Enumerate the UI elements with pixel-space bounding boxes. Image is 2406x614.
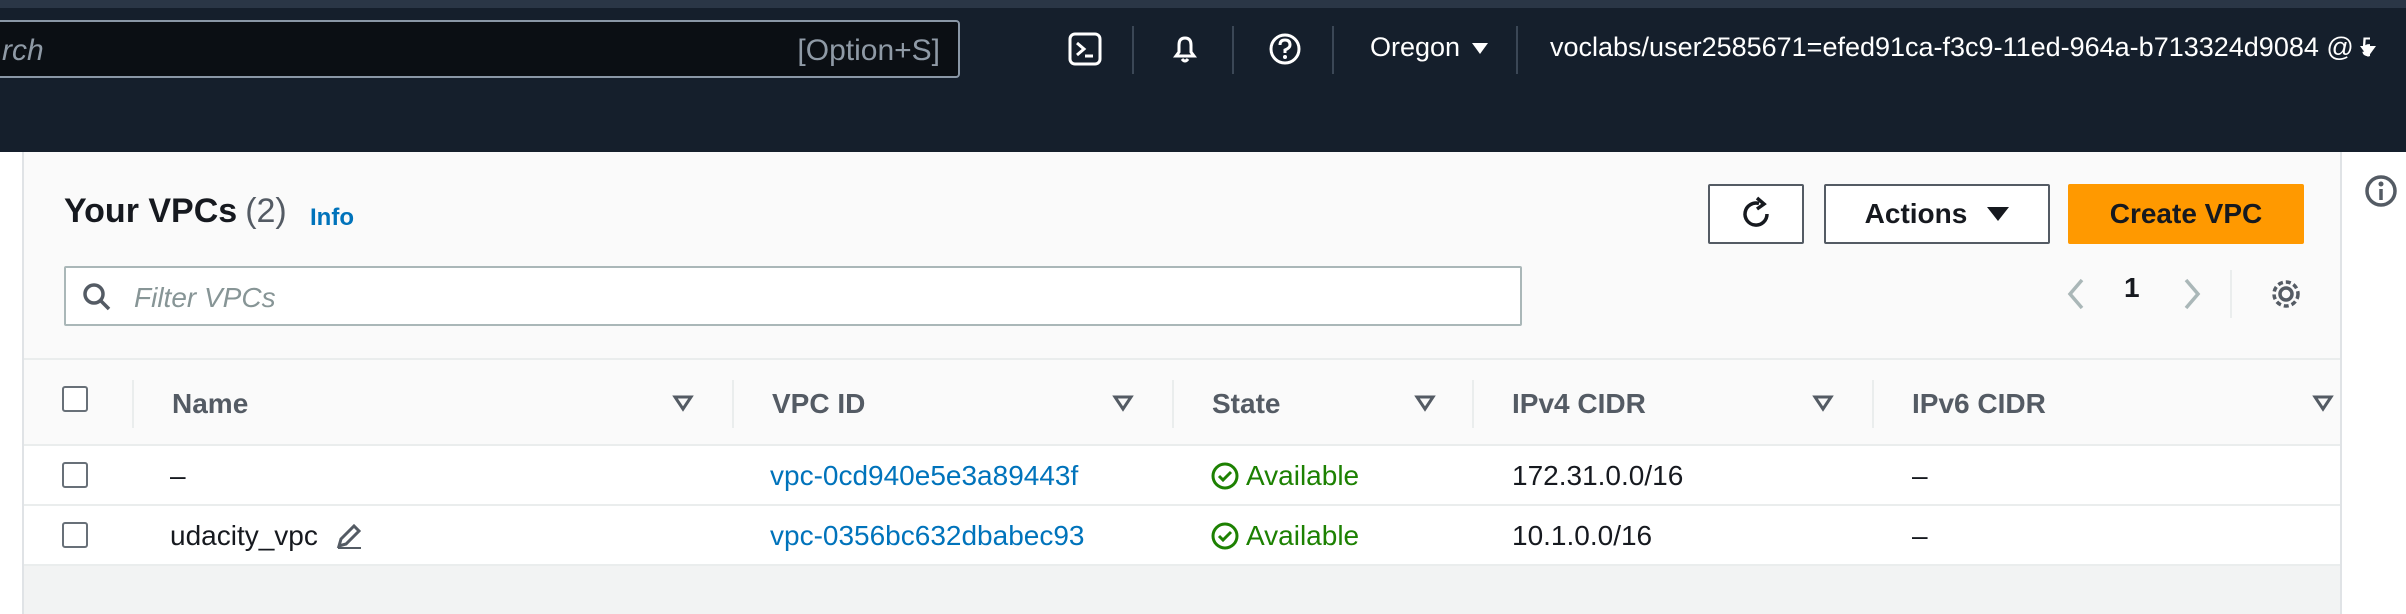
refresh-icon <box>1743 196 1769 227</box>
cell-ipv6-cidr: – <box>1912 520 1928 551</box>
chevron-down-icon <box>1987 207 2010 221</box>
table-header: Name VPC ID State IPv4 CIDR IPv6 CIDR <box>24 358 2340 446</box>
refresh-button[interactable] <box>1708 184 1804 244</box>
region-label: Oregon <box>1370 32 1461 62</box>
cell-state: Available <box>1210 460 1359 492</box>
gear-icon[interactable] <box>2268 276 2304 317</box>
check-circle-icon <box>1211 462 1239 490</box>
column-header-name[interactable]: Name <box>172 388 248 420</box>
account-menu[interactable]: voclabs/user2585671=efed91ca-f3c9-11ed-9… <box>1550 32 2370 63</box>
sort-icon[interactable] <box>2312 394 2334 412</box>
actions-button[interactable]: Actions <box>1824 184 2050 244</box>
page-number[interactable]: 1 <box>2124 272 2140 304</box>
cell-vpc-id-link[interactable]: vpc-0356bc632dbabec93 <box>770 520 1084 552</box>
search-placeholder: rch <box>2 34 44 67</box>
check-circle-icon <box>1211 522 1239 550</box>
title-count: (2) <box>245 192 287 230</box>
column-header-vpc-id[interactable]: VPC ID <box>772 388 865 420</box>
sort-icon[interactable] <box>1414 394 1436 412</box>
filter-vpcs-input[interactable]: Filter VPCs <box>64 266 1522 326</box>
edit-pencil-icon[interactable] <box>334 521 364 551</box>
state-label: Available <box>1246 460 1360 491</box>
top-navigation-bar: rch [Option+S] Oregon voclabs/user258567… <box>0 0 2406 152</box>
column-separator <box>1172 380 1174 428</box>
chevron-down-icon <box>1472 43 1489 55</box>
search-shortcut: [Option+S] <box>797 34 940 67</box>
state-label: Available <box>1246 520 1360 551</box>
create-vpc-label: Create VPC <box>2109 198 2263 229</box>
column-separator <box>1472 380 1474 428</box>
page-title: Your VPCs (2) <box>64 192 287 231</box>
column-header-ipv6-cidr[interactable]: IPv6 CIDR <box>1912 388 2046 420</box>
next-page-button[interactable] <box>2180 276 2204 317</box>
filter-placeholder: Filter VPCs <box>134 282 276 313</box>
column-header-state[interactable]: State <box>1212 388 1280 420</box>
sort-icon[interactable] <box>1112 394 1134 412</box>
cell-name: – <box>170 460 186 491</box>
pager-divider <box>2230 270 2232 318</box>
sort-icon[interactable] <box>1812 394 1834 412</box>
cell-name: udacity_vpc <box>170 520 364 552</box>
cell-ipv6-cidr: – <box>1912 460 1928 491</box>
cell-state: Available <box>1210 520 1359 552</box>
help-icon[interactable] <box>1266 30 1304 68</box>
vpc-table-panel: Your VPCs (2) Info Actions Create VPC Fil… <box>22 152 2342 614</box>
column-header-ipv4-cidr[interactable]: IPv4 CIDR <box>1512 388 1646 420</box>
info-panel-icon[interactable] <box>2364 174 2398 208</box>
top-edge <box>0 0 2406 8</box>
actions-label: Actions <box>1864 198 1968 229</box>
cell-ipv4-cidr: 10.1.0.0/16 <box>1512 520 1653 551</box>
column-separator <box>1872 380 1874 428</box>
info-link[interactable]: Info <box>310 204 354 232</box>
column-separator <box>732 380 734 428</box>
chevron-down-icon[interactable] <box>2360 46 2376 57</box>
cloudshell-icon[interactable] <box>1066 30 1104 68</box>
title-text: Your VPCs <box>64 192 238 230</box>
bell-icon[interactable] <box>1166 30 1204 68</box>
row-checkbox[interactable] <box>62 462 88 488</box>
table-row[interactable]: udacity_vpc vpc-0356bc632dbabec93 Availa… <box>24 506 2340 566</box>
nav-divider <box>1132 26 1134 74</box>
search-input[interactable]: rch [Option+S] <box>0 20 960 78</box>
create-vpc-button[interactable]: Create VPC <box>2068 184 2304 244</box>
account-label: voclabs/user2585671=efed91ca-f3c9-11ed-9… <box>1550 32 2370 62</box>
region-selector[interactable]: Oregon <box>1370 32 1489 63</box>
nav-divider <box>1332 26 1334 74</box>
nav-divider <box>1516 26 1518 74</box>
sort-icon[interactable] <box>672 394 694 412</box>
search-icon <box>82 282 112 317</box>
panel-header: Your VPCs (2) Info Actions Create VPC Fil… <box>24 152 2340 358</box>
column-separator <box>132 380 134 428</box>
cell-vpc-id-link[interactable]: vpc-0cd940e5e3a89443f <box>770 460 1078 492</box>
cell-ipv4-cidr: 172.31.0.0/16 <box>1512 460 1684 491</box>
table-row[interactable]: – vpc-0cd940e5e3a89443f Available 172.31… <box>24 446 2340 506</box>
nav-divider <box>1232 26 1234 74</box>
row-checkbox[interactable] <box>62 522 88 548</box>
select-all-checkbox[interactable] <box>62 386 88 412</box>
name-label: udacity_vpc <box>170 520 318 551</box>
prev-page-button[interactable] <box>2064 276 2088 317</box>
